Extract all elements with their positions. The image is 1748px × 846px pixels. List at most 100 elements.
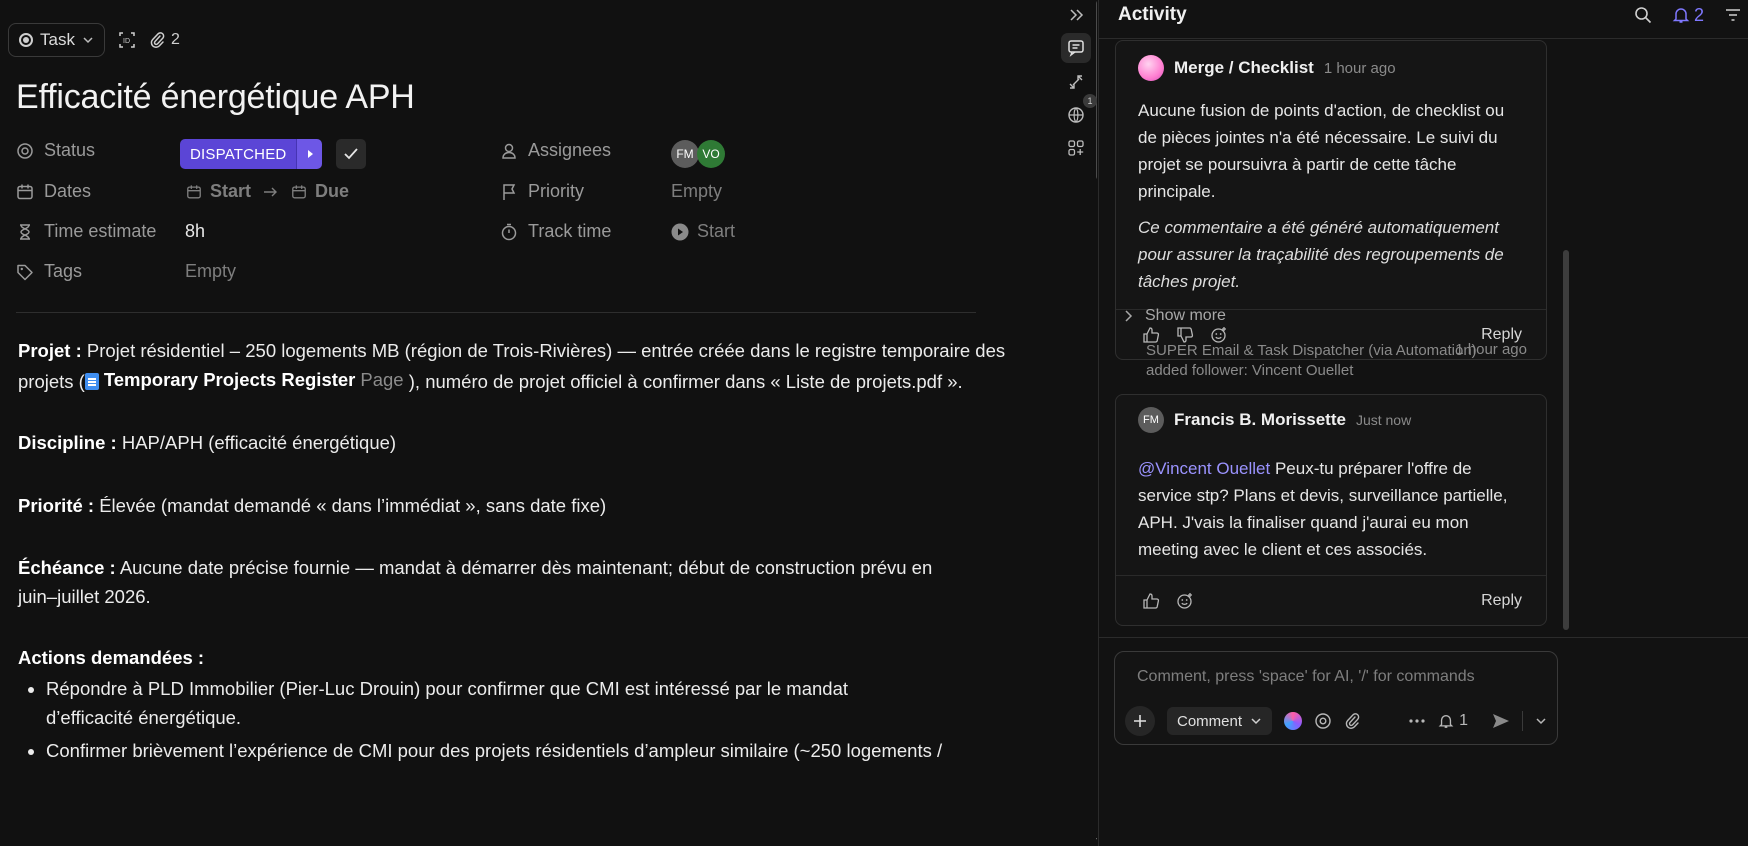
add-reaction-icon[interactable] bbox=[1176, 592, 1194, 610]
calendar-due-icon bbox=[292, 184, 306, 198]
notify-button[interactable]: 1 bbox=[1438, 712, 1468, 730]
add-attachment-button[interactable] bbox=[1125, 706, 1155, 736]
mention-icon[interactable] bbox=[1314, 712, 1332, 730]
complete-button[interactable] bbox=[336, 139, 367, 169]
show-more-label: Show more bbox=[1145, 307, 1226, 324]
description-discipline[interactable]: Discipline : HAP/APH (efficacité énergét… bbox=[18, 428, 1058, 457]
filter-icon[interactable] bbox=[1724, 6, 1742, 24]
task-title[interactable]: Efficacité énergétique APH bbox=[16, 78, 415, 117]
bell-icon bbox=[1438, 715, 1454, 728]
list-item[interactable]: Confirmer brièvement l’expérience de CMI… bbox=[46, 736, 942, 765]
activity-header-divider bbox=[1099, 38, 1748, 39]
track-time-start[interactable]: Start bbox=[671, 221, 735, 242]
avatar[interactable]: FM bbox=[671, 140, 699, 168]
activity-toolbar: 2 bbox=[1634, 3, 1742, 27]
svg-text:ID: ID bbox=[123, 38, 130, 45]
doc-link-chip[interactable]: Temporary Projects Register Page bbox=[84, 365, 404, 394]
start-date-label[interactable]: Start bbox=[210, 181, 251, 202]
comment-paragraph-italic: Ce commentaire a été généré automatiquem… bbox=[1138, 218, 1504, 291]
comment-input[interactable]: Comment, press 'space' for AI, '/' for c… bbox=[1137, 668, 1475, 686]
comment-type-selector[interactable]: Comment bbox=[1167, 707, 1273, 735]
comment-time: Just now bbox=[1355, 412, 1412, 428]
list-item[interactable]: Répondre à PLD Immobilier (Pier-Luc Drou… bbox=[46, 674, 926, 732]
tags-value[interactable]: Empty bbox=[185, 261, 236, 282]
notifications-button[interactable]: 2 bbox=[1672, 5, 1704, 26]
comment-paragraph: Aucune fusion de points d'action, de che… bbox=[1138, 101, 1505, 201]
comment-composer: Comment, press 'space' for AI, '/' for c… bbox=[1114, 651, 1558, 745]
task-type-icon bbox=[19, 33, 33, 47]
doc-link-title[interactable]: Temporary Projects Register bbox=[104, 365, 356, 394]
track-time-field-label: Track time bbox=[500, 221, 611, 242]
actions-label: Actions demandées : bbox=[18, 647, 205, 668]
comments-rail-button[interactable] bbox=[1061, 33, 1091, 63]
chevron-right-icon bbox=[1125, 310, 1133, 322]
time-estimate-value[interactable]: 8h bbox=[185, 221, 205, 242]
arrow-right-icon bbox=[264, 187, 278, 196]
status-next-arrow[interactable] bbox=[296, 139, 323, 169]
thumbs-up-icon[interactable] bbox=[1142, 592, 1160, 610]
check-icon bbox=[344, 148, 359, 160]
status-button[interactable]: DISPATCHED bbox=[180, 139, 323, 169]
comment-footer: Reply bbox=[1116, 575, 1546, 625]
task-type-selector[interactable]: Task bbox=[8, 23, 105, 57]
avatar[interactable]: VO bbox=[697, 140, 725, 168]
chevron-down-icon bbox=[83, 37, 93, 44]
task-type-label: Task bbox=[40, 30, 75, 49]
avatar[interactable]: FM bbox=[1138, 407, 1164, 433]
task-id-button[interactable]: ID bbox=[117, 30, 137, 50]
status-field-label: Status bbox=[16, 140, 95, 161]
links-rail-button[interactable] bbox=[1061, 67, 1091, 97]
relationship-icon bbox=[1069, 75, 1083, 89]
tag-icon bbox=[17, 264, 33, 280]
description-echeance[interactable]: Échéance : Aucune date précise fournie —… bbox=[18, 553, 958, 611]
activity-scrollbar-thumb[interactable] bbox=[1563, 250, 1569, 630]
comment-author[interactable]: Merge / Checklist bbox=[1174, 58, 1314, 78]
more-options-icon[interactable] bbox=[1408, 718, 1426, 724]
track-time-start-label: Start bbox=[697, 221, 736, 241]
notifications-count: 2 bbox=[1693, 4, 1704, 25]
flag-icon bbox=[503, 183, 516, 200]
actions-list[interactable]: Répondre à PLD Immobilier (Pier-Luc Drou… bbox=[46, 674, 942, 769]
attachments-button[interactable]: 2 bbox=[149, 31, 180, 49]
chevron-down-icon bbox=[1251, 718, 1261, 725]
calendar-start-icon bbox=[187, 184, 201, 198]
apps-rail-button[interactable] bbox=[1061, 133, 1091, 163]
mention-link[interactable]: @Vincent Ouellet bbox=[1138, 459, 1270, 478]
priorite-label: Priorité : bbox=[18, 495, 95, 516]
chevron-down-icon[interactable] bbox=[1535, 715, 1547, 727]
collapse-panel-button[interactable] bbox=[1061, 0, 1091, 30]
search-icon[interactable] bbox=[1634, 6, 1652, 24]
echeance-text: Aucune date précise fournie — mandat à d… bbox=[18, 557, 933, 607]
priority-value[interactable]: Empty bbox=[671, 181, 722, 202]
time-estimate-label: Time estimate bbox=[44, 221, 157, 241]
activity-scrollbar[interactable] bbox=[1563, 40, 1569, 634]
projet-text-2: ), numéro de projet officiel à confirmer… bbox=[408, 371, 963, 392]
integrations-rail-button[interactable]: 1 bbox=[1061, 94, 1097, 130]
comment-author[interactable]: Francis B. Morissette bbox=[1174, 410, 1346, 430]
notify-count: 1 bbox=[1459, 712, 1468, 729]
description-projet[interactable]: Projet : Projet résidentiel – 250 logeme… bbox=[18, 336, 1058, 396]
comment-paragraph: @Vincent Ouellet Peux-tu préparer l'offr… bbox=[1138, 455, 1526, 563]
due-date-label[interactable]: Due bbox=[315, 181, 349, 202]
bell-icon bbox=[1672, 8, 1690, 23]
dates-value[interactable]: Start Due bbox=[186, 181, 349, 202]
stopwatch-icon bbox=[501, 223, 517, 240]
show-more-button[interactable]: Show more bbox=[1123, 307, 1226, 325]
dates-field-label: Dates bbox=[16, 181, 91, 202]
ai-assistant-icon[interactable] bbox=[1284, 712, 1303, 730]
double-chevron-right-icon bbox=[1070, 9, 1084, 21]
assignees-value[interactable]: FM VO bbox=[671, 140, 725, 168]
activity-title: Activity bbox=[1118, 4, 1187, 25]
task-toolbar: Task ID 2 bbox=[8, 23, 180, 57]
attachments-count: 2 bbox=[170, 31, 180, 48]
send-icon[interactable] bbox=[1492, 713, 1510, 729]
echeance-label: Échéance : bbox=[18, 557, 116, 578]
comment-type-label: Comment bbox=[1177, 712, 1243, 730]
status-text: DISPATCHED bbox=[180, 139, 297, 169]
paperclip-icon[interactable] bbox=[1344, 712, 1360, 730]
description-priorite[interactable]: Priorité : Élevée (mandat demandé « dans… bbox=[18, 491, 1058, 520]
reply-button[interactable]: Reply bbox=[1481, 592, 1522, 610]
description-actions-heading[interactable]: Actions demandées : bbox=[18, 643, 1058, 672]
assignees-label: Assignees bbox=[528, 140, 612, 160]
comment-time: 1 hour ago bbox=[1323, 59, 1396, 77]
